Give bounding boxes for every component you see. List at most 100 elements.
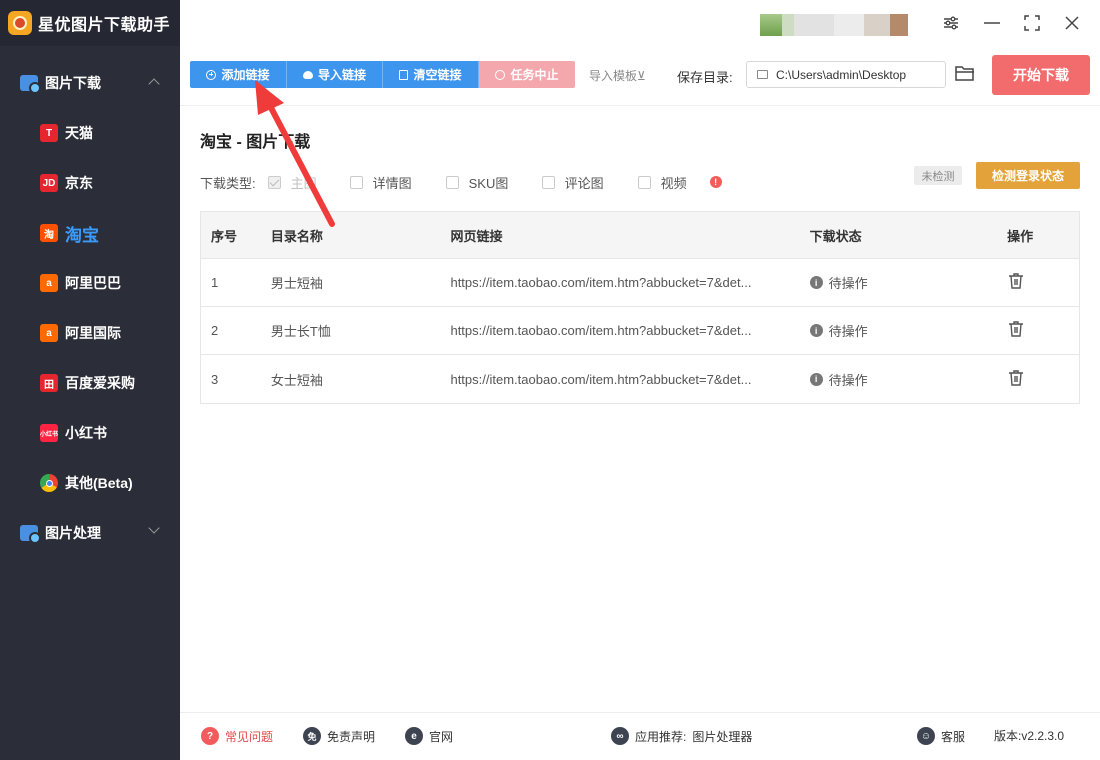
delete-icon[interactable] [1007, 320, 1025, 338]
start-download-button[interactable]: 开始下载 [992, 55, 1090, 95]
checkbox[interactable] [637, 175, 651, 189]
sidebar-item-alibaba[interactable]: a 阿里巴巴 [0, 258, 180, 308]
sidebar-item-label: 天猫 [65, 125, 93, 141]
header-name: 目录名称 [270, 228, 323, 244]
close-icon[interactable] [1061, 12, 1083, 34]
save-dir-label: 保存目录: [677, 70, 733, 85]
website-link[interactable]: e 官网 [405, 727, 453, 745]
chrome-icon [40, 474, 58, 492]
checkbox-label: 详情图 [372, 175, 412, 191]
recommend-link[interactable]: ∞ 应用推荐: 图片处理器 [611, 727, 752, 745]
type-checkbox-item[interactable]: 评论图 [541, 173, 638, 192]
sidebar-item-label: 阿里国际 [65, 325, 121, 341]
row-action [999, 272, 1079, 293]
sidebar-item-alibaba-intl[interactable]: a 阿里国际 [0, 308, 180, 358]
avatar[interactable] [760, 14, 920, 36]
folder-icon [757, 70, 768, 79]
header-index: 序号 [211, 228, 238, 244]
table-row: 2 男士长T恤 https://item.taobao.com/item.htm?a… [201, 307, 1079, 355]
sidebar-item-baidu-purchase[interactable]: 田百度爱采购 [0, 358, 180, 408]
add-icon [206, 69, 217, 80]
row-status: i 待操作 [800, 273, 1000, 292]
ie-icon: e [405, 727, 423, 745]
status-info-icon: i [809, 324, 823, 337]
save-dir-value: C:\Users\admin\Desktop [776, 67, 907, 82]
row-index: 1 [211, 275, 219, 290]
download-type-row: 下载类型: 主图 详情图 SKU图 评论图 视频 ! [200, 173, 722, 191]
status-info-icon: i [809, 276, 823, 289]
row-name: 男士短袖 [270, 276, 323, 291]
type-checkbox-item[interactable]: 详情图 [349, 173, 446, 192]
image-download-icon [20, 75, 41, 94]
sidebar-item-label: 淘宝 [65, 225, 99, 245]
disclaimer-link[interactable]: 免 免责声明 [303, 727, 375, 745]
checkbox[interactable] [267, 175, 281, 189]
download-type-label: 下载类型: [200, 175, 256, 191]
table-row: 3 女士短袖 https://item.taobao.com/item.htm?ab… [201, 355, 1079, 403]
sidebar-item-taobao[interactable]: 淘淘宝 [0, 208, 180, 258]
taobao-icon: 淘 [40, 224, 58, 242]
minimize-icon[interactable] [981, 12, 1003, 34]
chevron-up-icon [148, 78, 160, 90]
type-checkbox-item[interactable]: 视频 [637, 173, 708, 192]
sidebar-item-tmall[interactable]: T 天猫 [0, 108, 180, 158]
alibaba-icon: a [40, 274, 58, 292]
sidebar-item-label: 其他(Beta) [65, 475, 133, 491]
row-status: i 待操作 [800, 370, 1000, 389]
stop-icon [495, 69, 506, 80]
import-link-button[interactable]: 导入链接 [287, 61, 383, 88]
add-link-button[interactable]: 添加链接 [190, 61, 287, 88]
sidebar-group-label: 图片处理 [45, 525, 101, 541]
title-bar [180, 0, 1100, 46]
delete-icon[interactable] [1007, 369, 1025, 387]
settings-icon[interactable] [940, 12, 962, 34]
link-icon: ∞ [611, 727, 629, 745]
headset-icon: ☺ [917, 727, 935, 745]
delete-icon[interactable] [1007, 272, 1025, 290]
image-processing-icon [20, 525, 41, 544]
disclaimer-icon: 免 [303, 727, 321, 745]
toolbar: 添加链接 导入链接 清空链接 任务中止 [190, 61, 575, 88]
version-label: 版本:v2.2.3.0 [994, 729, 1065, 743]
row-name: 男士长T恤 [270, 324, 331, 339]
row-status: i 待操作 [800, 321, 1000, 340]
clear-link-button[interactable]: 清空链接 [383, 61, 479, 88]
app-logo-icon [8, 11, 32, 35]
import-template-link[interactable]: 导入模板⊻ [589, 67, 646, 84]
sidebar-item-jd[interactable]: JD 京东 [0, 158, 180, 208]
sidebar-item-label: 阿里巴巴 [65, 275, 121, 291]
page-title: 淘宝 - 图片下载 [200, 134, 311, 151]
chevron-down-icon [148, 522, 160, 534]
sidebar-item-label: 京东 [65, 175, 93, 191]
sidebar-item-chrome[interactable]: 其他(Beta) [0, 458, 180, 508]
tmall-icon: T [40, 124, 58, 142]
sidebar-group-image-processing[interactable]: 图片处理 [0, 508, 180, 558]
stop-task-button[interactable]: 任务中止 [479, 61, 575, 88]
sidebar-group-image-download[interactable]: 图片下载 [0, 58, 180, 108]
type-checkbox-item[interactable]: SKU图 [445, 173, 542, 192]
row-name: 女士短袖 [270, 372, 323, 388]
save-dir-input[interactable]: C:\Users\admin\Desktop [746, 61, 946, 88]
row-index: 2 [211, 323, 219, 338]
header-status: 下载状态 [809, 228, 862, 244]
faq-link[interactable]: ? 常见问题 [201, 727, 273, 745]
row-url: https://item.taobao.com/item.htm?abbucke… [450, 275, 752, 290]
info-icon[interactable]: ! [709, 176, 722, 188]
sidebar-item-xiaohongshu[interactable]: 小红书 小红书 [0, 408, 180, 458]
xiaohongshu-icon: 小红书 [40, 424, 58, 442]
row-index: 3 [211, 371, 219, 387]
sidebar-group-label: 图片下载 [45, 75, 101, 91]
checkbox[interactable] [349, 175, 363, 189]
row-url: https://item.taobao.com/item.htm?abbucke… [450, 323, 752, 338]
checkbox[interactable] [445, 175, 459, 189]
type-checkbox-item[interactable]: 主图 [267, 173, 350, 192]
jd-icon: JD [40, 174, 58, 192]
link-table: 序号 目录名称 网页链接 下载状态 操作 1 男士短袖 https://item.t… [200, 211, 1080, 404]
cloud-upload-icon [302, 70, 313, 79]
check-login-button[interactable]: 检测登录状态 [976, 162, 1080, 189]
service-link[interactable]: ☺ 客服 [917, 727, 965, 745]
browse-folder-icon[interactable] [955, 64, 975, 82]
maximize-icon[interactable] [1021, 12, 1043, 34]
divider [180, 105, 1100, 106]
checkbox[interactable] [541, 175, 555, 189]
